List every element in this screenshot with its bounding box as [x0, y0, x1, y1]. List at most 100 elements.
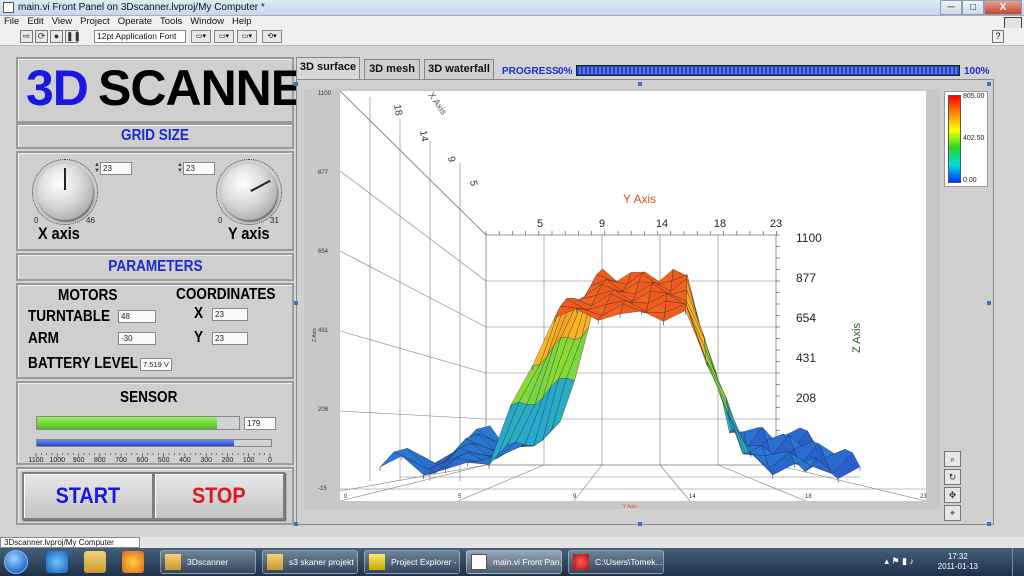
- side-gridline: [340, 330, 487, 374]
- menu-help[interactable]: Help: [232, 16, 252, 28]
- resize-dropdown-icon[interactable]: ▭▾: [237, 30, 257, 43]
- abort-icon[interactable]: ●: [50, 30, 63, 43]
- rotate-tool-icon[interactable]: ↻: [944, 469, 961, 485]
- sun-app-icon[interactable]: [122, 551, 144, 573]
- reorder-dropdown-icon[interactable]: ⟲▾: [262, 30, 282, 43]
- y-tick-label: 9: [599, 218, 605, 230]
- window-titlebar: main.vi Front Panel on 3Dscanner.lvproj/…: [0, 0, 1024, 16]
- y-grid-field[interactable]: 23: [183, 162, 215, 175]
- selection-handle[interactable]: [294, 301, 298, 305]
- tab-3d-mesh[interactable]: 3D mesh: [364, 59, 420, 79]
- cursor-tool-icon[interactable]: ⌖: [944, 505, 961, 521]
- zoom-tool-icon[interactable]: ⌕: [944, 451, 961, 467]
- progress-min: 0%: [558, 66, 573, 77]
- battery-field: 7.519 V: [140, 358, 172, 371]
- y-knob-min: 0: [218, 216, 223, 225]
- selection-handle[interactable]: [987, 522, 991, 526]
- y-axis-knob[interactable]: [221, 164, 277, 220]
- progress-segment: [907, 67, 909, 74]
- show-desktop-button[interactable]: [1012, 548, 1024, 576]
- coord-x-label: X: [194, 305, 204, 322]
- side-gridline: [340, 250, 487, 328]
- progress-segment: [651, 67, 653, 74]
- progress-segment: [655, 67, 657, 74]
- internet-explorer-icon[interactable]: [46, 551, 68, 573]
- tray-icons[interactable]: ▴ ⚑ ▮ ♪: [884, 556, 914, 567]
- progress-segment: [807, 67, 809, 74]
- selection-handle[interactable]: [987, 82, 991, 86]
- labview-app-icon: [3, 2, 14, 13]
- task-main-vi[interactable]: main.vi Front Pan...: [466, 550, 562, 574]
- task-cmd-users[interactable]: C:\Users\Tomek...: [568, 550, 664, 574]
- left-z-tick-label: 877: [318, 170, 329, 176]
- x-axis-knob[interactable]: [37, 164, 93, 220]
- bottom-tick-label: 0: [344, 494, 348, 500]
- progress-segment: [895, 67, 897, 74]
- stop-button[interactable]: STOP: [153, 472, 285, 520]
- progress-segment: [787, 67, 789, 74]
- menu-edit[interactable]: Edit: [27, 16, 43, 28]
- menu-view[interactable]: View: [52, 16, 72, 28]
- clock[interactable]: 17:32 2011-01-13: [938, 552, 978, 572]
- x-grid-field[interactable]: 23: [100, 162, 132, 175]
- task-s3-projekt[interactable]: s3 skaner projekt: [262, 550, 358, 574]
- selection-handle[interactable]: [638, 82, 642, 86]
- tab-3d-surface[interactable]: 3D surface: [296, 57, 360, 79]
- colorbar-min: 0.00: [963, 177, 977, 184]
- selection-handle[interactable]: [294, 522, 298, 526]
- align-dropdown-icon[interactable]: ▭▾: [191, 30, 211, 43]
- run-arrow-icon[interactable]: ⇨: [20, 30, 33, 43]
- help-button[interactable]: ?: [992, 30, 1004, 43]
- close-button[interactable]: X: [984, 0, 1022, 15]
- progress-segment: [579, 67, 581, 74]
- progress-segment: [871, 67, 873, 74]
- minimize-button[interactable]: ─: [940, 0, 962, 15]
- font-select[interactable]: 12pt Application Font: [94, 30, 186, 43]
- progress-segment: [675, 67, 677, 74]
- distribute-dropdown-icon[interactable]: ▭▾: [214, 30, 234, 43]
- progress-segment: [875, 67, 877, 74]
- z-tick-label: 877: [796, 271, 816, 285]
- clock-time: 17:32: [947, 552, 968, 561]
- run-continuously-icon[interactable]: ⟳: [35, 30, 48, 43]
- progress-segment: [659, 67, 661, 74]
- pan-tool-icon[interactable]: ✥: [944, 487, 961, 503]
- progress-segment: [795, 67, 797, 74]
- progress-segment: [839, 67, 841, 74]
- sensor-slider[interactable]: [36, 439, 272, 447]
- x-knob-pointer: [64, 168, 66, 190]
- maximize-button[interactable]: □: [962, 0, 984, 15]
- menu-project[interactable]: Project: [80, 16, 110, 28]
- side-gridline: [340, 464, 487, 492]
- battery-label: BATTERY LEVEL: [28, 355, 139, 372]
- y-axis-title: Y Axis: [623, 192, 656, 206]
- floor-gridline: [717, 464, 807, 501]
- bottom-tick-label: 18: [805, 494, 812, 500]
- y-knob-max: 31: [270, 216, 279, 225]
- menu-file[interactable]: File: [4, 16, 19, 28]
- menu-tools[interactable]: Tools: [160, 16, 182, 28]
- progress-segment: [931, 67, 933, 74]
- pause-icon[interactable]: ❚❚: [65, 30, 81, 43]
- menu-window[interactable]: Window: [190, 16, 224, 28]
- folder-icon[interactable]: [84, 551, 106, 573]
- start-orb-icon[interactable]: [4, 550, 28, 574]
- start-button[interactable]: START: [22, 472, 154, 520]
- coord-y-label: Y: [194, 329, 204, 346]
- progress-segment: [615, 67, 617, 74]
- task-3dscanner[interactable]: 3Dscanner: [160, 550, 256, 574]
- selection-handle[interactable]: [638, 522, 642, 526]
- task-project-explorer[interactable]: Project Explorer - ...: [364, 550, 460, 574]
- progress-segment: [683, 67, 685, 74]
- tab-3d-waterfall[interactable]: 3D waterfall: [424, 59, 494, 79]
- menu-operate[interactable]: Operate: [118, 16, 152, 28]
- parameters-header: PARAMETERS: [16, 253, 294, 281]
- x-axis-title: X Axis: [426, 91, 449, 117]
- surface-plot[interactable]: Y Axis 5 9 14 18 23 1100 877 654 431 208 Z Axis 18 14…: [340, 91, 926, 501]
- selection-handle[interactable]: [294, 82, 298, 86]
- progress-segment: [947, 67, 949, 74]
- sensor-scale-label: 500: [157, 457, 170, 464]
- selection-handle[interactable]: [987, 301, 991, 305]
- progress-segment: [883, 67, 885, 74]
- status-bar: [0, 537, 1024, 548]
